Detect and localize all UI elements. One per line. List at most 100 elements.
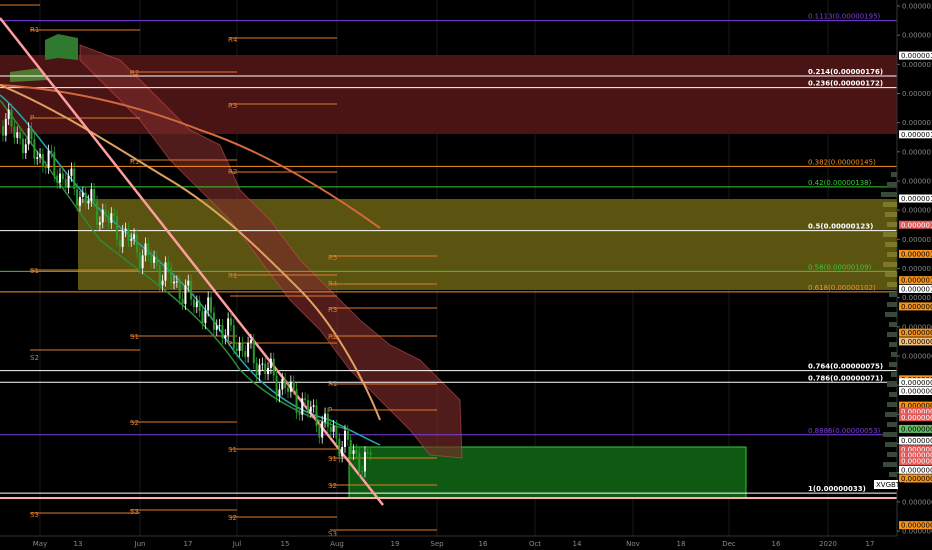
x-tick-label: Oct [529,540,541,548]
candle-body [67,175,70,188]
price-tag: 0.00000106 [901,277,932,285]
chart-root[interactable]: 0.1113(0.00000195) 0.214(0.00000176) 0.236… [0,0,932,550]
pivot-label: R1 [228,272,237,280]
fib-label: 0.764(0.00000075) [808,363,883,371]
pivot-label: R1 [30,26,39,34]
candle-body [116,215,118,240]
candle-body [161,280,164,286]
candle-body [272,358,275,376]
candle-body [278,389,281,397]
candle-body [47,150,50,168]
x-tick-label: 18 [677,540,686,548]
volume-profile-bar [885,312,897,317]
y-tick-label: 0.00000100 [902,294,932,302]
candle-body [241,342,244,351]
candle-body [187,280,190,286]
price-tag: 0.00000125 [901,221,932,229]
candle-body [312,405,315,407]
candle-body [178,281,181,299]
price-tag: 0.00000046 [901,466,932,474]
candle-body [304,398,307,401]
x-tick-label: Sep [430,540,444,548]
candle-body [338,438,341,457]
volume-profile-bar [887,222,897,227]
candle-body [59,173,61,183]
fib-label: 0.8886(0.00000053) [808,427,881,435]
price-chart[interactable]: 0.1113(0.00000195) 0.214(0.00000176) 0.236… [0,0,932,550]
pivot-label: R4 [228,36,238,44]
x-tick-label: Nov [626,540,640,548]
candle-body [352,450,355,455]
volume-profile-bar [887,302,897,307]
candle-body [167,262,170,268]
candle-body [175,281,178,283]
volume-profile-bar [891,172,897,177]
candle-body [118,239,121,247]
price-tag: 0.00000085 [901,338,932,346]
candle-body [275,375,278,397]
candle-body [121,230,124,247]
fib-label: 0.786(0.00000071) [808,374,883,382]
volume-profile-bar [887,382,897,387]
price-tag: 0.00000115 [901,250,932,258]
candle-body [181,298,184,304]
volume-profile-bar [883,202,897,207]
volume-profile-bar [889,342,897,347]
y-tick-label: 0.00000120 [902,236,932,244]
candle-body [7,109,10,120]
candle-body [252,339,255,364]
volume-profile-bar [889,362,897,367]
candle-body [158,265,161,286]
y-tick-label: 0.00000170 [902,90,932,98]
candle-body [36,157,39,159]
candle-body [64,179,67,188]
x-tick-label: Jul [232,540,242,548]
price-tag: 0.00000156 [901,131,932,139]
candle-body [224,335,227,339]
x-tick-label: 17 [184,540,193,548]
candle-body [190,280,193,300]
candle-body [249,339,252,343]
candle-body [195,301,198,308]
candle-body [309,406,312,412]
candle-body [56,175,59,183]
fib-label: 0.42(0.00000138) [808,179,872,187]
fib-label: 0.236(0.00000172) [808,80,883,88]
price-tag: 0.00000055 [901,425,932,433]
candle-body [16,132,19,138]
symbol-tag: XVGBTC [876,481,905,489]
candle-body [96,201,99,225]
candle-body [366,452,369,454]
pivot-label: S1 [130,333,139,341]
candle-body [173,281,175,284]
candle-body [318,426,321,438]
candle-body [232,325,235,349]
y-tick-label: 0.00000190 [902,32,932,40]
volume-profile-bar [889,292,897,297]
pivot-label: S3 [30,511,39,519]
candle-body [184,285,187,304]
candle-body [192,299,195,308]
fib-label: 0.382(0.00000145) [808,158,876,166]
candle-body [264,363,267,375]
fib-label: 1(0.00000033) [808,485,866,493]
candle-body [335,426,338,439]
candle-body [292,381,295,389]
candle-body [329,427,332,432]
price-tag: 0.00000038 [901,475,932,483]
x-tick-label: 17 [866,540,875,548]
volume-profile-bar [887,332,897,337]
candle-body [76,189,79,206]
x-tick-label: 13 [74,540,83,548]
candle-body [201,311,204,324]
candle-body [61,173,64,180]
price-tag: 0.00000022 [901,522,932,530]
candle-body [98,222,101,225]
candle-body [27,128,30,145]
candle-body [127,228,130,241]
volume-profile-bar [885,212,897,217]
y-tick-label: 0.00000180 [902,61,932,69]
candle-body [170,267,173,284]
x-tick-label: Dec [722,540,736,548]
candle-body [261,363,264,365]
